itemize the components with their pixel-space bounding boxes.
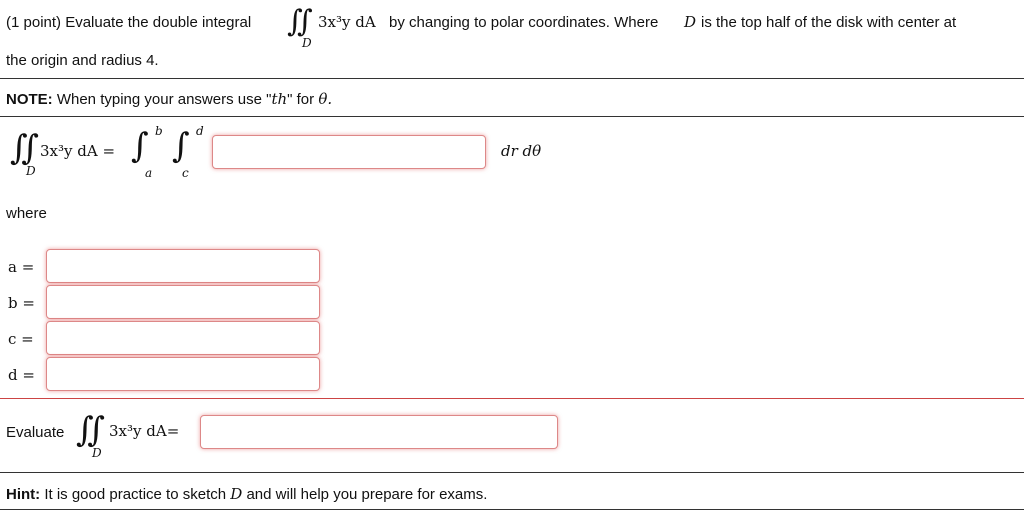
note-label: NOTE: (6, 91, 53, 108)
note-text2: " for (287, 91, 315, 108)
evaluate-input[interactable] (200, 415, 558, 449)
evaluate-label: Evaluate (6, 424, 65, 441)
double-integral-sign: ∬ (76, 410, 105, 450)
c-input[interactable] (46, 321, 320, 355)
inner-integral-sign: ∫ (172, 126, 190, 166)
note-theta: θ. (318, 90, 333, 108)
outer-integral-sign: ∫ (131, 126, 149, 166)
integral-lower-limit: D (302, 36, 312, 50)
hint-var: D (230, 485, 243, 503)
double-integral-sign: ∬ (287, 4, 313, 39)
note-text: When typing your answers use " (56, 91, 272, 108)
integrand-input[interactable] (212, 135, 486, 169)
problem-integrand: 3x³y dA (318, 13, 376, 31)
note-code: th (271, 90, 288, 108)
evaluate-integrand: 3x³y dA= (109, 422, 180, 440)
inner-upper-limit: d (196, 124, 204, 138)
divider (0, 116, 1024, 117)
hint-text2: and will help you prepare for exams. (246, 486, 488, 503)
integral-lower-limit: D (26, 164, 36, 178)
d-label: d = (8, 366, 35, 384)
problem-middle-text: by changing to polar coordinates. Where (389, 14, 659, 31)
d-input[interactable] (46, 357, 320, 391)
divider (0, 398, 1024, 399)
hint-text: It is good practice to sketch (44, 486, 227, 503)
problem-prefix: (1 point) Evaluate the double integral (6, 14, 252, 31)
a-label: a = (8, 258, 35, 276)
note: NOTE: When typing your answers use "th" … (6, 90, 332, 108)
problem-suffix: is the top half of the disk with center … (701, 14, 957, 31)
divider (0, 78, 1024, 79)
divider (0, 472, 1024, 473)
integral-lower-limit: D (92, 446, 102, 460)
divider (0, 509, 1024, 510)
setup-integrand: 3x³y dA = (40, 142, 116, 160)
outer-lower-limit: a (145, 166, 153, 180)
outer-upper-limit: b (155, 124, 163, 138)
b-label: b = (8, 294, 35, 312)
where-label: where (6, 205, 47, 222)
c-label: c = (8, 330, 34, 348)
differential: dr dθ (501, 142, 542, 160)
a-input[interactable] (46, 249, 320, 283)
b-input[interactable] (46, 285, 320, 319)
double-integral-sign: ∬ (10, 128, 39, 168)
hint-label: Hint: (6, 486, 41, 503)
region-variable: D (684, 13, 697, 31)
inner-lower-limit: c (182, 166, 189, 180)
problem-line2: the origin and radius 4. (6, 52, 159, 69)
hint: Hint: It is good practice to sketch D an… (6, 485, 487, 503)
